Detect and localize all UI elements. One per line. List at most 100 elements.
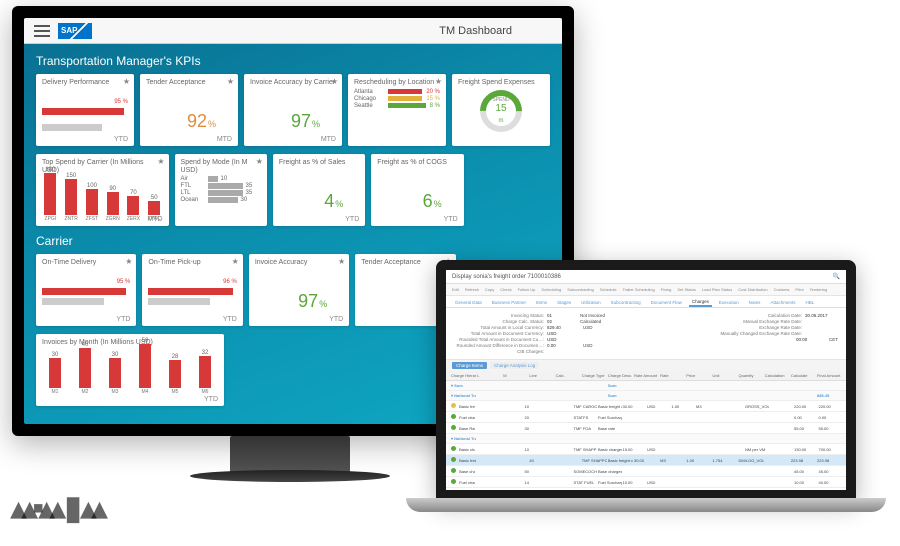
form-label: Calculation Date: [712,313,802,318]
table-row[interactable]: ▾ National Trucking - Tram…Sum885.45 [446,391,846,401]
subtab-charge-items[interactable]: Charge Items [452,362,487,369]
city: Seattle [354,103,384,109]
toolbar-button[interactable]: Edit [452,287,459,292]
tile-tender-acceptance[interactable]: ★ Tender Acceptance 92% MTD [140,74,238,146]
status-led [451,403,456,408]
column-header[interactable]: Charge Hierarchy [450,373,476,378]
toolbar-button[interactable]: Load Plan Status [702,287,732,292]
tile-top-spend[interactable]: ★ Top Spend by Carrier (In Millions USD)… [36,154,169,226]
column-header[interactable]: L [476,373,502,378]
tile-spend-mode[interactable]: ★ Spend by Mode (In M USD) Air10FTL35LTL… [175,154,267,226]
toolbar-button[interactable]: Refresh [465,287,479,292]
toolbar-button[interactable]: Fixing [661,287,672,292]
toolbar-button[interactable]: Cost Distribution [738,287,767,292]
tab-document-flow[interactable]: Document Flow [648,299,685,307]
tab-hbl[interactable]: HBL [802,299,817,307]
bar [388,96,422,101]
star-icon[interactable]: ★ [227,77,234,86]
tab-execution[interactable]: Execution [716,299,742,307]
tab-subcontracting[interactable]: Subcontracting [608,299,644,307]
tile-freight-cogs[interactable]: Freight as % of COGS 6% YTD [371,154,463,226]
star-icon[interactable]: ★ [256,157,263,166]
freight-order-screen: Display sonia's freight order 7100010386… [446,270,846,490]
bar [42,108,124,115]
column-header[interactable]: Line [528,373,554,378]
star-icon[interactable]: ★ [125,257,132,266]
column-header[interactable]: Final Amount [816,373,842,378]
star-icon[interactable]: ★ [338,257,345,266]
table-row[interactable]: Base charges50SOMECOCHARGEBase charges45… [446,466,846,477]
table-header: Charge HierarchyLMLineCalc.Charge TypeCh… [446,371,846,381]
subtab-charge-analysis[interactable]: Charge Analysis Log [490,362,539,369]
toolbar-button[interactable]: Print [795,287,803,292]
tab-items[interactable]: Items [533,299,550,307]
tile-delivery-performance[interactable]: ★ Delivery Performance 95 % YTD [36,74,134,146]
column-header[interactable]: Rate Amount [633,373,659,378]
search-icon[interactable]: 🔍 [833,273,840,280]
star-icon[interactable]: ★ [331,77,338,86]
column-header[interactable]: Quantity [738,373,764,378]
status-led [451,468,456,473]
form-value: 02 [547,319,577,324]
menu-icon[interactable] [34,25,50,37]
value: 97 [291,111,311,131]
column-header[interactable]: Calc. [555,373,581,378]
toolbar-button[interactable]: Scheduling [541,287,561,292]
table-row[interactable]: ▾ SumSum [446,381,846,391]
toolbar-button[interactable]: Schedule [600,287,617,292]
laptop-base [406,498,886,512]
tile-freight-spend[interactable]: Freight Spend Expenses SPEND 15 m [452,74,550,146]
bar [42,124,102,131]
table-row[interactable]: ▾ National Truckling 2 Sum [446,434,846,444]
tile-rescheduling[interactable]: ★ Rescheduling by Location Atlanta20 %Ch… [348,74,446,146]
toolbar-button[interactable]: Follow Up [518,287,536,292]
tile-invoice-accuracy[interactable]: ★ Invoice Accuracy 97% YTD [249,254,349,326]
status-led [451,414,456,419]
form-value: 30.06.2017 [805,313,835,318]
table-row[interactable]: Fuel charge14STAT FUELFuel Surcharge10.0… [446,477,846,488]
toolbar-button[interactable]: Check [500,287,511,292]
footer: YTD [204,396,218,403]
toolbar-button[interactable]: Customs [774,287,790,292]
table-row[interactable]: Loading charges18TMF 110333Loading charg… [446,488,846,490]
decorative-shadow: ▴▴▪▴▴ ▮ ▴▴ [10,488,260,528]
column-header[interactable]: M [502,373,528,378]
column-header[interactable]: Charge Desc. [607,373,633,378]
tile-ontime-pickup[interactable]: ★ On-Time Pick-up 96 % YTD [142,254,242,326]
tile-invoice-accuracy-carrier[interactable]: ★ Invoice Accuracy by Carrier 97% MTD [244,74,342,146]
toolbar-button[interactable]: Copy [485,287,494,292]
tab-utilization[interactable]: Utilization [578,299,604,307]
tab-stages[interactable]: Stages [554,299,574,307]
tile-freight-sales[interactable]: Freight as % of Sales 4% YTD [273,154,365,226]
star-icon[interactable]: ★ [232,257,239,266]
column-header[interactable]: Unit [711,373,737,378]
column-header[interactable]: Rate [659,373,685,378]
table-row[interactable]: Basic freight charges10TMF CARGOBasic fr… [446,401,846,412]
toolbar-button[interactable]: Trailer Scheduling [623,287,655,292]
tile-invoices-month[interactable]: Invoices by Month (In Millions USD) 30M1… [36,334,224,406]
column-header[interactable]: Price [685,373,711,378]
tab-charges[interactable]: Charges [689,298,712,307]
status-led [451,457,456,462]
tile-ontime-delivery[interactable]: ★ On-Time Delivery 95 % YTD [36,254,136,326]
table-row[interactable]: Base Rate30TMF FOABase rate55.0055.00 [446,423,846,434]
column-header[interactable]: Calculation [764,373,790,378]
star-icon[interactable]: ★ [157,157,164,166]
star-icon[interactable]: ★ [123,77,130,86]
table-row[interactable]: Fuel charge20STATFSFuel Surcharge0.000.0… [446,412,846,423]
tab-attachments[interactable]: Attachments [767,299,798,307]
bar [42,288,126,295]
bar-chart: 30M140M230M350M428M532M6 [42,349,218,395]
toolbar-button[interactable]: Subcontracting [567,287,594,292]
column-header[interactable]: Calculate [790,373,816,378]
toolbar-button[interactable]: Set Status [677,287,695,292]
star-icon[interactable]: ★ [435,77,442,86]
tab-business-partner[interactable]: Business Partner [489,299,529,307]
table-row[interactable]: Basic charges10TMF SHAPPBasic charges15.… [446,444,846,455]
tab-notes[interactable]: Notes [746,299,764,307]
table-row[interactable]: Basic freight charges40TMF SHAPPCBasic f… [446,455,846,466]
column-header[interactable]: Charge Type [581,373,607,378]
form-value: 829.40 [547,325,577,330]
toolbar-button[interactable]: Tendering [810,287,828,292]
tab-general-data[interactable]: General Data [452,299,485,307]
